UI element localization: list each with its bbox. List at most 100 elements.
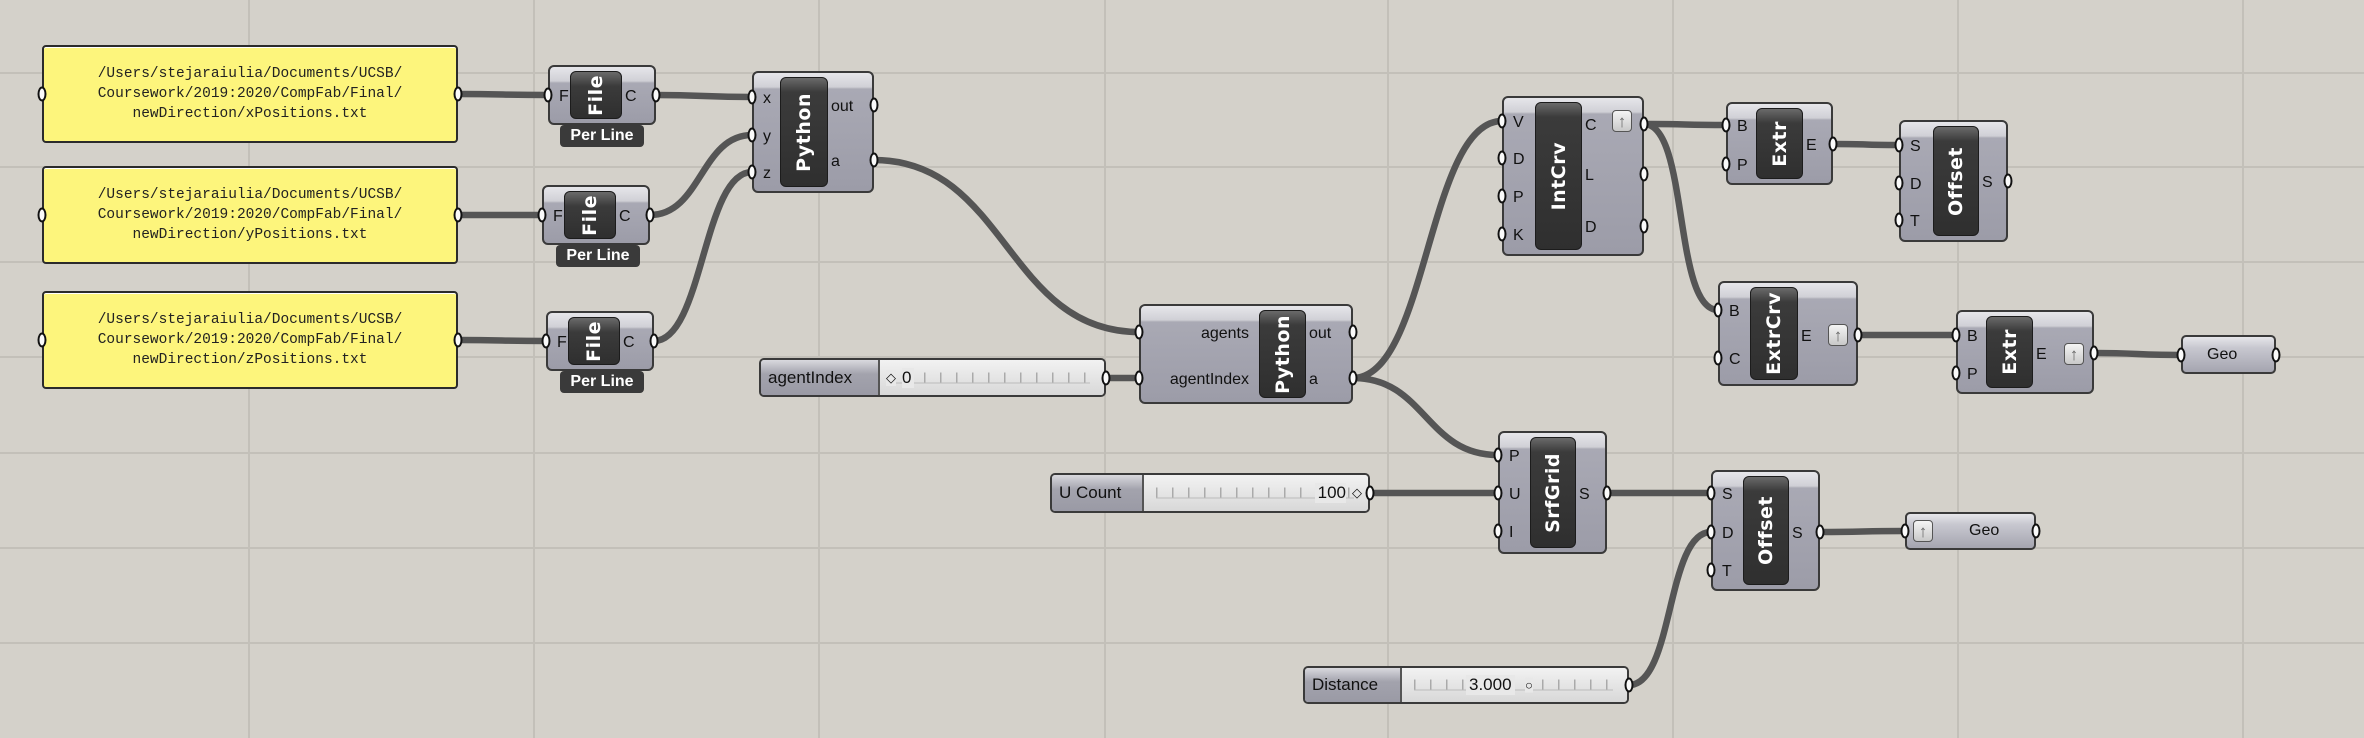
agentindex-slider-track[interactable]: ◇ 0 xyxy=(880,360,1104,395)
panel-output-port[interactable] xyxy=(453,332,463,348)
offset-component[interactable]: Offset S D T S xyxy=(1899,120,2008,242)
output-port-L[interactable] xyxy=(1639,166,1649,182)
output-port-S[interactable] xyxy=(1815,524,1825,540)
input-port-agentIndex[interactable] xyxy=(1134,370,1144,386)
input-port-U[interactable] xyxy=(1493,485,1503,501)
wire[interactable] xyxy=(1352,374,1499,459)
input-port-S[interactable] xyxy=(1894,137,1904,153)
output-label-D: D xyxy=(1585,219,1597,236)
slider-output-port[interactable] xyxy=(1101,370,1111,385)
slider-output-port[interactable] xyxy=(1624,677,1634,693)
wire[interactable] xyxy=(1352,117,1503,382)
input-port-V[interactable] xyxy=(1497,113,1507,129)
agentindex-slider[interactable]: agentIndex ◇ 0 xyxy=(759,358,1106,397)
input-port-z[interactable] xyxy=(747,164,757,180)
file-component[interactable]: File F C xyxy=(542,185,650,245)
extrcrv-component[interactable]: ExtrCrv B C E ↑ xyxy=(1718,281,1858,386)
input-port-P[interactable] xyxy=(1493,447,1503,463)
output-port-S[interactable] xyxy=(2003,173,2013,189)
input-port-D[interactable] xyxy=(1497,150,1507,166)
wire[interactable] xyxy=(457,336,547,345)
file-component[interactable]: File F C xyxy=(546,311,654,371)
wire[interactable] xyxy=(1643,120,1727,129)
file-component[interactable]: File F C xyxy=(548,65,656,125)
distance-slider[interactable]: Distance 3.000 ○ xyxy=(1303,666,1629,704)
input-port-P[interactable] xyxy=(1721,156,1731,172)
output-port-E[interactable] xyxy=(2089,345,2099,361)
per-line-option[interactable]: Per Line xyxy=(560,125,644,147)
python-component[interactable]: Python agents agentIndex out a xyxy=(1139,304,1353,404)
input-port-P[interactable] xyxy=(1497,188,1507,204)
wire[interactable] xyxy=(653,168,753,345)
panel-input-port[interactable] xyxy=(37,332,47,348)
geo-output-port[interactable] xyxy=(2271,347,2281,362)
output-port-out[interactable] xyxy=(869,97,879,113)
wire[interactable] xyxy=(873,156,1140,336)
extr-component[interactable]: Extr B P E xyxy=(1726,102,1833,185)
input-port-D[interactable] xyxy=(1706,524,1716,540)
slider-grip-diamond-icon[interactable]: ◇ xyxy=(1352,485,1362,501)
input-port-agents[interactable] xyxy=(1134,324,1144,340)
input-port-P[interactable] xyxy=(1951,365,1961,381)
input-port-C[interactable] xyxy=(1713,350,1723,366)
output-port-a[interactable] xyxy=(869,152,879,168)
panel-output-port[interactable] xyxy=(453,207,463,223)
u-count-slider-track[interactable]: 100 ◇ xyxy=(1144,475,1368,511)
input-port-T[interactable] xyxy=(1706,562,1716,578)
offset-component[interactable]: Offset S D T S xyxy=(1711,470,1820,591)
text-panel[interactable]: /Users/stejaraiulia/Documents/UCSB/Cours… xyxy=(42,45,458,143)
output-port-C[interactable] xyxy=(1639,116,1649,132)
distance-slider-track[interactable]: 3.000 ○ xyxy=(1402,668,1627,702)
input-port-B[interactable] xyxy=(1721,117,1731,133)
wire[interactable] xyxy=(1819,527,1906,536)
output-port-E[interactable] xyxy=(1853,327,1863,343)
output-port-C[interactable] xyxy=(651,87,661,103)
per-line-option[interactable]: Per Line xyxy=(556,245,640,267)
output-port-D[interactable] xyxy=(1639,218,1649,234)
input-port-B[interactable] xyxy=(1713,302,1723,318)
output-port-S[interactable] xyxy=(1602,485,1612,501)
geo-input-port[interactable] xyxy=(2176,347,2186,362)
input-port-T[interactable] xyxy=(1894,212,1904,228)
input-port-K[interactable] xyxy=(1497,226,1507,242)
geometry-param[interactable]: Geo ↑ xyxy=(1905,512,2036,550)
input-port-x[interactable] xyxy=(747,89,757,105)
geometry-param[interactable]: Geo xyxy=(2181,335,2276,374)
input-port-F[interactable] xyxy=(543,87,553,103)
panel-input-port[interactable] xyxy=(37,86,47,102)
wire[interactable] xyxy=(1832,140,1900,149)
text-panel[interactable]: /Users/stejaraiulia/Documents/UCSB/Cours… xyxy=(42,166,458,264)
output-port-E[interactable] xyxy=(1828,136,1838,152)
output-port-out[interactable] xyxy=(1348,324,1358,340)
output-port-a[interactable] xyxy=(1348,370,1358,386)
wire[interactable] xyxy=(1643,120,1719,314)
per-line-option[interactable]: Per Line xyxy=(560,371,644,393)
panel-input-port[interactable] xyxy=(37,207,47,223)
input-port-F[interactable] xyxy=(537,207,547,223)
output-port-C[interactable] xyxy=(645,207,655,223)
input-port-I[interactable] xyxy=(1493,523,1503,539)
input-port-F[interactable] xyxy=(541,333,551,349)
input-port-D[interactable] xyxy=(1894,175,1904,191)
wire[interactable] xyxy=(457,90,549,99)
geo-output-port[interactable] xyxy=(2031,523,2041,539)
wire[interactable] xyxy=(2093,349,2182,359)
slider-grip-diamond-icon[interactable]: ◇ xyxy=(886,369,896,386)
extr-component[interactable]: Extr B P E ↑ xyxy=(1956,310,2094,394)
python-component[interactable]: Python x y z out a xyxy=(752,71,874,193)
srfgrid-component[interactable]: SrfGrid P U I S xyxy=(1498,431,1607,554)
text-panel[interactable]: /Users/stejaraiulia/Documents/UCSB/Cours… xyxy=(42,291,458,389)
slider-grip-circle-icon[interactable]: ○ xyxy=(1525,677,1533,693)
input-port-y[interactable] xyxy=(747,127,757,143)
panel-output-port[interactable] xyxy=(453,86,463,102)
grasshopper-canvas[interactable]: /Users/stejaraiulia/Documents/UCSB/Cours… xyxy=(0,0,2364,738)
slider-output-port[interactable] xyxy=(1365,485,1375,501)
input-port-B[interactable] xyxy=(1951,327,1961,343)
wire[interactable] xyxy=(1628,528,1712,689)
intcrv-component[interactable]: IntCrv V D P K C L D ↑ xyxy=(1502,96,1644,256)
output-port-C[interactable] xyxy=(649,333,659,349)
u-count-slider[interactable]: U Count 100 ◇ xyxy=(1050,473,1370,513)
geo-input-port[interactable] xyxy=(1900,523,1910,539)
input-port-S[interactable] xyxy=(1706,485,1716,501)
wire[interactable] xyxy=(655,91,753,101)
